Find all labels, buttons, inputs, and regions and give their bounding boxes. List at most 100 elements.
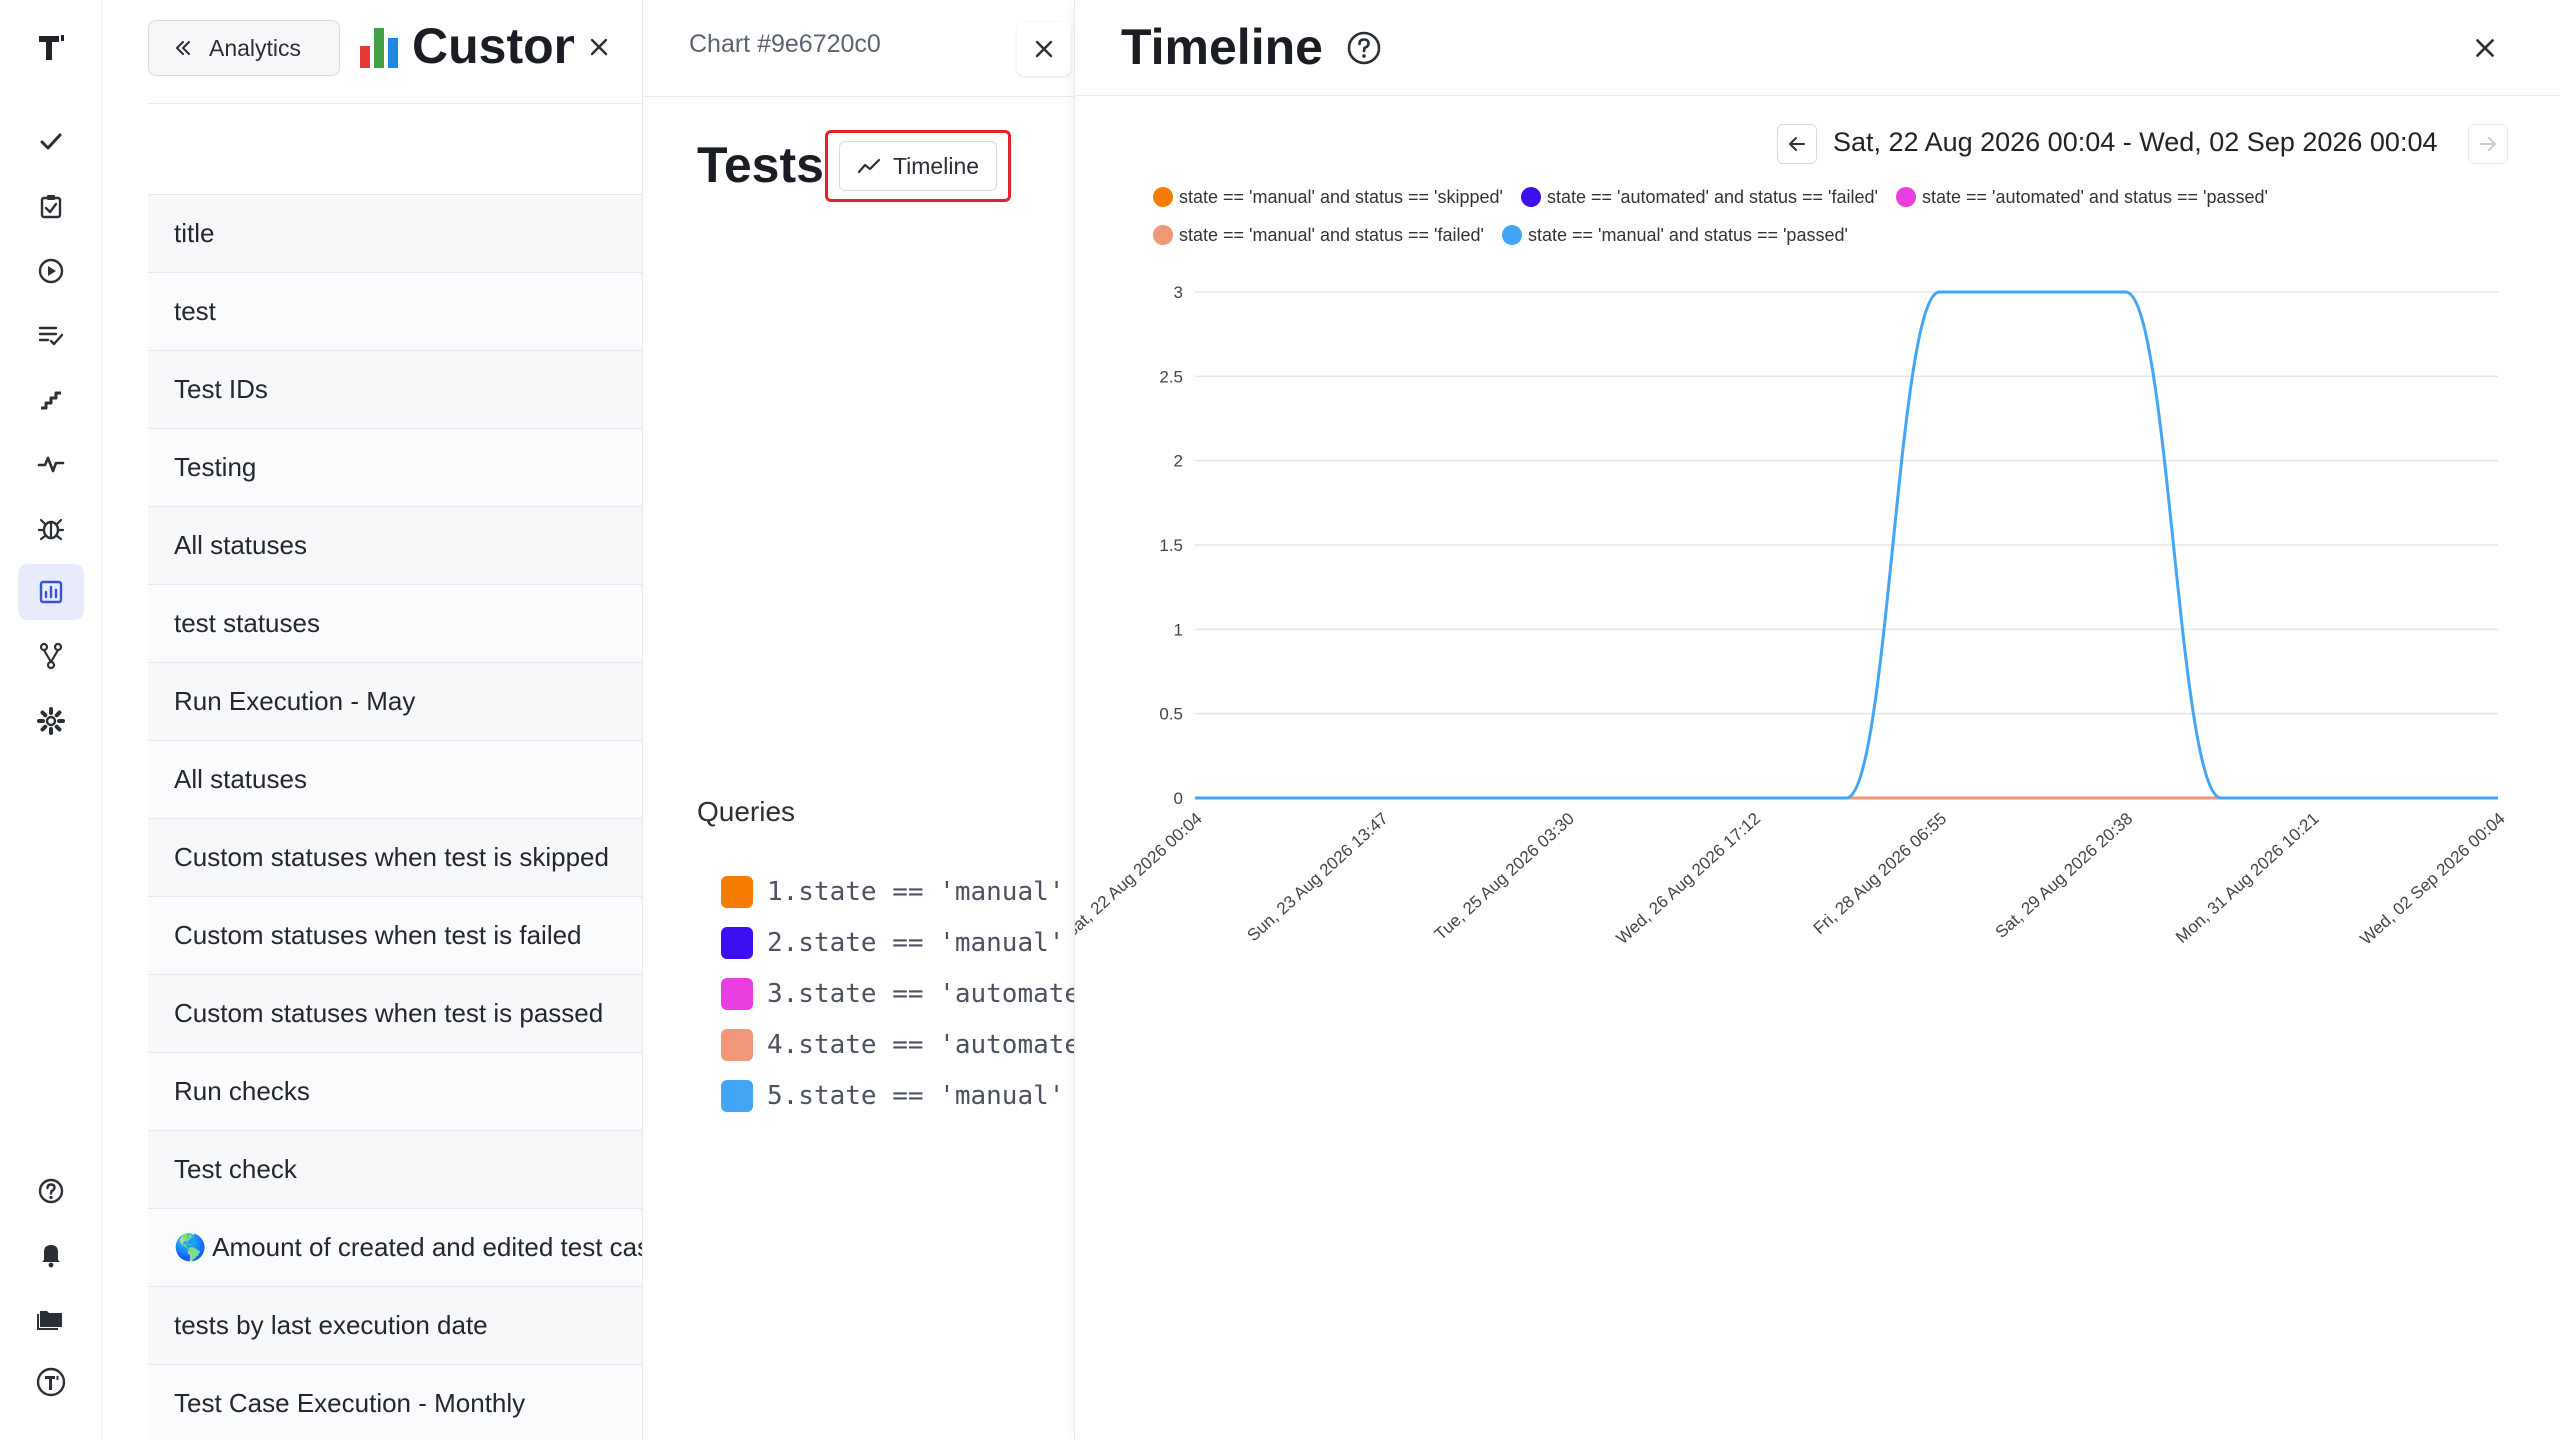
legend-row: state == 'manual' and status == 'skipped…: [1153, 178, 2453, 216]
y-tick-label: 1.5: [1159, 536, 1183, 555]
rail-list-check-button[interactable]: [18, 307, 84, 363]
chart-title: Tests: [697, 137, 824, 193]
legend-swatch: [1153, 225, 1173, 245]
query-color-swatch: [721, 1079, 753, 1112]
chart-list-item[interactable]: All statuses: [148, 506, 642, 584]
chart-list-item[interactable]: test statuses: [148, 584, 642, 662]
x-tick-label: Wed, 02 Sep 2026 00:04: [2356, 809, 2508, 949]
query-color-swatch: [721, 977, 753, 1010]
rail-steps-button[interactable]: [18, 371, 84, 427]
rail-pulse-button[interactable]: [18, 436, 84, 492]
close-timeline-button[interactable]: [2465, 28, 2505, 68]
branch-icon: [39, 643, 63, 670]
chart-list: title test Test IDs Testing All statuses test…: [148, 194, 642, 1440]
pulse-icon: [37, 456, 65, 472]
chart-list-item[interactable]: Run Execution - May: [148, 662, 642, 740]
icon-rail: [0, 0, 102, 1440]
back-to-analytics-button[interactable]: Analytics: [148, 20, 340, 76]
rail-clipboard-check-button[interactable]: [18, 178, 84, 234]
y-tick-label: 3: [1174, 283, 1183, 302]
chart-list-item[interactable]: Testing: [148, 428, 642, 506]
previous-range-button[interactable]: [1777, 124, 1817, 164]
query-item[interactable]: 2.state == 'manual': [721, 917, 1074, 968]
x-tick-label: Fri, 28 Aug 2026 06:55: [1810, 809, 1951, 938]
dashboard-title-text: Custon: [412, 18, 585, 74]
next-range-button[interactable]: [2468, 124, 2508, 164]
analytics-list-panel: Analytics Custon title test Test IDs Testin…: [102, 0, 642, 1440]
rail-play-circle-button[interactable]: [18, 243, 84, 299]
legend-item[interactable]: state == 'automated' and status == 'fail…: [1520, 187, 1878, 208]
chart-legend: state == 'manual' and status == 'skipped…: [1153, 178, 2453, 254]
legend-swatch: [1895, 187, 1916, 207]
legend-item[interactable]: state == 'manual' and status == 'passed': [1501, 225, 1848, 246]
close-chart-button[interactable]: [1017, 22, 1071, 76]
rail-bell-button[interactable]: [18, 1226, 84, 1282]
chart-list-item[interactable]: title: [148, 194, 642, 272]
chart-list-item[interactable]: tests by last execution date: [148, 1286, 642, 1364]
legend-swatch: [1501, 225, 1522, 245]
rail-workspace-logo-button[interactable]: [18, 1354, 84, 1410]
steps-icon: [41, 391, 61, 410]
query-text: 5.state == 'manual': [767, 1080, 1065, 1111]
legend-label: state == 'automated' and status == 'pass…: [1921, 186, 2268, 207]
timeline-button[interactable]: Timeline: [839, 141, 997, 191]
date-range-label: Sat, 22 Aug 2026 00:04 - Wed, 02 Sep 202…: [1833, 127, 2438, 157]
timeline-chart: 0 0.5 1 1.5 2 2.5 3 Sat, 22 Aug 2026 00:04 Sun, …: [1075, 283, 2509, 949]
bell-icon: [42, 1245, 60, 1268]
bug-icon: [37, 518, 65, 540]
help-icon: [38, 1178, 64, 1204]
legend-swatch: [1520, 187, 1541, 207]
back-button-label: Analytics: [209, 34, 302, 61]
timeline-panel: Timeline Sat, 22 Aug 2026 00:04 - Wed, 0…: [1074, 0, 2560, 1440]
divider: [1075, 95, 2560, 96]
rail-check-button[interactable]: [18, 114, 84, 170]
y-tick-label: 1: [1174, 620, 1183, 639]
clipboard-check-icon: [40, 195, 62, 219]
chart-list-item[interactable]: test: [148, 272, 642, 350]
rail-gear-button[interactable]: [18, 693, 84, 749]
close-list-button[interactable]: [574, 22, 624, 72]
timeline-title: Timeline: [1121, 19, 1323, 75]
app-logo[interactable]: [30, 26, 72, 68]
y-tick-label: 2.5: [1159, 367, 1183, 386]
trend-line-icon: [857, 158, 881, 174]
divider: [643, 96, 1074, 97]
rail-bug-button[interactable]: [18, 500, 84, 556]
close-icon: [1035, 40, 1053, 58]
chart-list-item[interactable]: 🌎 Amount of created and edited test case…: [148, 1208, 642, 1286]
query-item[interactable]: 5.state == 'manual': [721, 1070, 1074, 1121]
legend-item[interactable]: state == 'manual' and status == 'skipped…: [1153, 187, 1503, 208]
legend-swatch: [1153, 187, 1173, 207]
folders-icon: [37, 1311, 62, 1330]
chart-list-item[interactable]: Test check: [148, 1130, 642, 1208]
rail-branch-button[interactable]: [18, 628, 84, 684]
chart-list-item[interactable]: Run checks: [148, 1052, 642, 1130]
x-tick-label: Sun, 23 Aug 2026 13:47: [1244, 809, 1392, 945]
chart-list-item[interactable]: Custom statuses when test is failed: [148, 896, 642, 974]
x-tick-label: Sat, 22 Aug 2026 00:04: [1075, 809, 1206, 942]
legend-item[interactable]: state == 'automated' and status == 'pass…: [1895, 186, 2268, 208]
check-icon: [40, 133, 62, 150]
query-item[interactable]: 1.state == 'manual': [721, 866, 1074, 917]
list-check-icon: [38, 326, 64, 346]
rail-folders-button[interactable]: [18, 1290, 84, 1346]
divider: [148, 103, 642, 104]
analytics-icon: [39, 580, 63, 604]
close-icon: [2476, 39, 2494, 57]
chart-list-item[interactable]: Custom statuses when test is passed: [148, 974, 642, 1052]
help-circle-icon[interactable]: [1345, 29, 1383, 67]
chart-list-item[interactable]: All statuses: [148, 740, 642, 818]
chart-list-item[interactable]: Custom statuses when test is skipped: [148, 818, 642, 896]
testomat-logo-icon: [39, 35, 64, 60]
play-circle-icon: [38, 258, 64, 283]
rail-help-button[interactable]: [18, 1163, 84, 1219]
query-text: 3.state == 'automated': [767, 978, 1074, 1009]
query-item[interactable]: 3.state == 'automated': [721, 968, 1074, 1019]
chart-list-item[interactable]: Test Case Execution - Monthly: [148, 1364, 642, 1440]
y-tick-label: 0: [1174, 789, 1183, 808]
chart-detail-panel: Chart #9e6720c0 Tests Timeline Queries 1…: [642, 0, 1074, 1440]
legend-item[interactable]: state == 'manual' and status == 'failed': [1153, 225, 1484, 246]
query-item[interactable]: 4.state == 'automated': [721, 1019, 1074, 1070]
rail-analytics-button[interactable]: [18, 564, 84, 621]
chart-list-item[interactable]: Test IDs: [148, 350, 642, 428]
